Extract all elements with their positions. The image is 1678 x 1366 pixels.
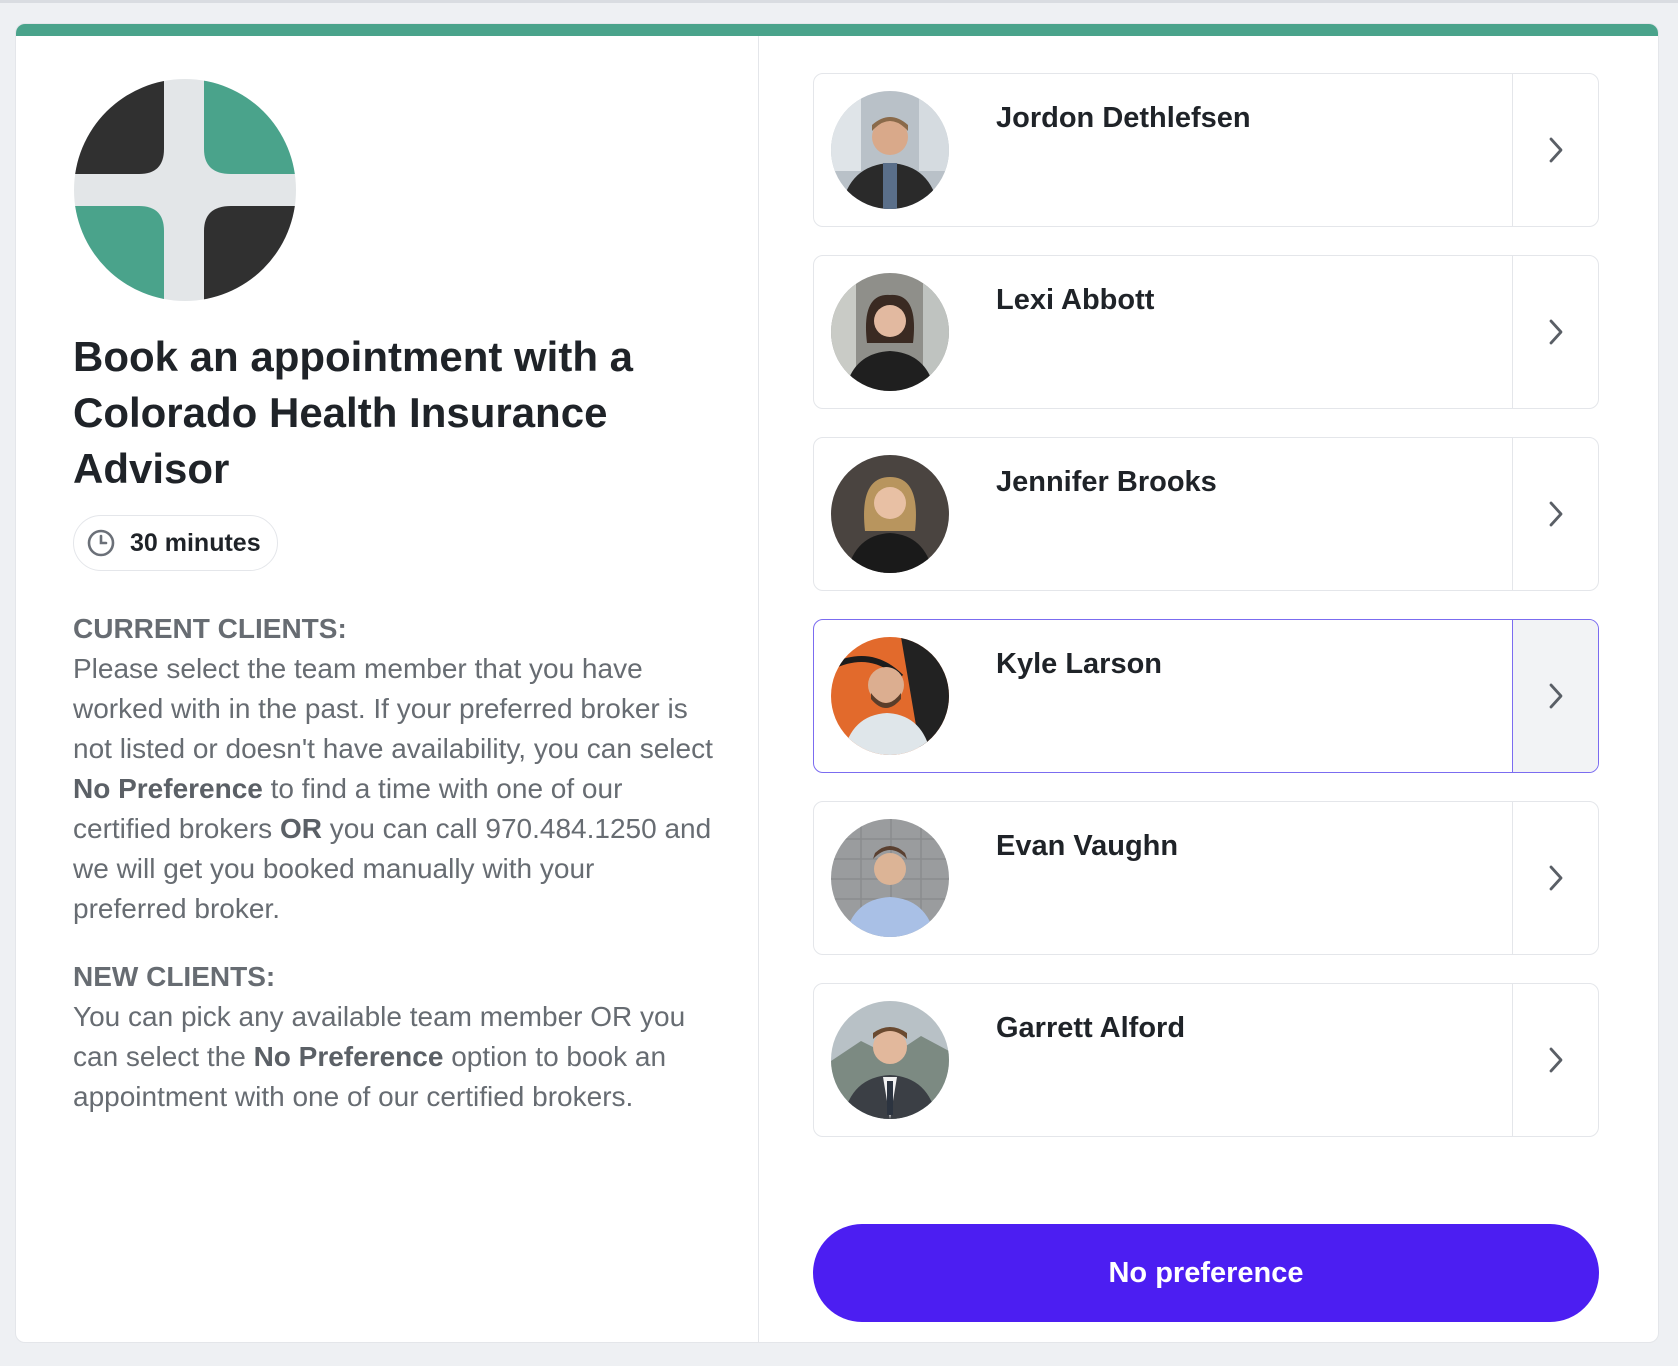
duration-text: 30 minutes — [130, 528, 261, 557]
avatar — [831, 637, 949, 755]
health-cross-logo-icon — [74, 79, 296, 301]
team-member-name: Garrett Alford — [996, 1012, 1186, 1044]
team-member-garrett-alford[interactable]: Garrett Alford — [813, 983, 1599, 1137]
window-top-edge — [0, 0, 1678, 3]
page-title: Book an appointment with a Colorado Heal… — [73, 333, 634, 492]
team-member-name: Lexi Abbott — [996, 284, 1155, 316]
team-member-jennifer-brooks[interactable]: Jennifer Brooks — [813, 437, 1599, 591]
description-bold: No Preference — [73, 773, 263, 804]
new-clients-paragraph: NEW CLIENTS: You can pick any available … — [73, 957, 713, 1117]
avatar — [831, 273, 949, 391]
no-preference-button[interactable]: No preference — [813, 1224, 1599, 1322]
team-member-kyle-larson[interactable]: Kyle Larson — [813, 619, 1599, 773]
team-member-name: Jennifer Brooks — [996, 466, 1217, 498]
duration-badge: 30 minutes — [73, 515, 278, 571]
booking-card: Book an appointment with a Colorado Heal… — [15, 23, 1659, 1343]
card-accent-bar — [16, 24, 1658, 36]
chevron-right-icon[interactable] — [1512, 620, 1598, 772]
chevron-right-icon[interactable] — [1512, 256, 1598, 408]
description-bold: No Preference — [253, 1041, 444, 1072]
chevron-right-icon[interactable] — [1512, 74, 1598, 226]
avatar — [831, 91, 949, 209]
chevron-right-icon[interactable] — [1512, 802, 1598, 954]
avatar — [831, 1001, 949, 1119]
team-member-jordon-dethlefsen[interactable]: Jordon Dethlefsen — [813, 73, 1599, 227]
chevron-right-icon[interactable] — [1512, 984, 1598, 1136]
team-member-name: Kyle Larson — [996, 648, 1162, 680]
description-text: Please select the team member that you h… — [73, 653, 713, 764]
description-bold: OR — [279, 813, 322, 844]
team-member-name: Evan Vaughn — [996, 830, 1179, 862]
team-member-lexi-abbott[interactable]: Lexi Abbott — [813, 255, 1599, 409]
event-description: CURRENT CLIENTS: Please select the team … — [73, 609, 713, 1145]
team-member-name: Jordon Dethlefsen — [996, 102, 1251, 134]
current-clients-heading: CURRENT CLIENTS: — [73, 613, 347, 644]
clock-icon — [86, 528, 116, 558]
chevron-right-icon[interactable] — [1512, 438, 1598, 590]
team-member-panel: Jordon Dethlefsen Lexi Abbott Jennifer B… — [759, 36, 1658, 1342]
avatar — [831, 455, 949, 573]
avatar — [831, 819, 949, 937]
new-clients-heading: NEW CLIENTS: — [73, 961, 276, 992]
team-member-evan-vaughn[interactable]: Evan Vaughn — [813, 801, 1599, 955]
current-clients-paragraph: CURRENT CLIENTS: Please select the team … — [73, 609, 713, 929]
event-details-panel: Book an appointment with a Colorado Heal… — [16, 36, 759, 1342]
